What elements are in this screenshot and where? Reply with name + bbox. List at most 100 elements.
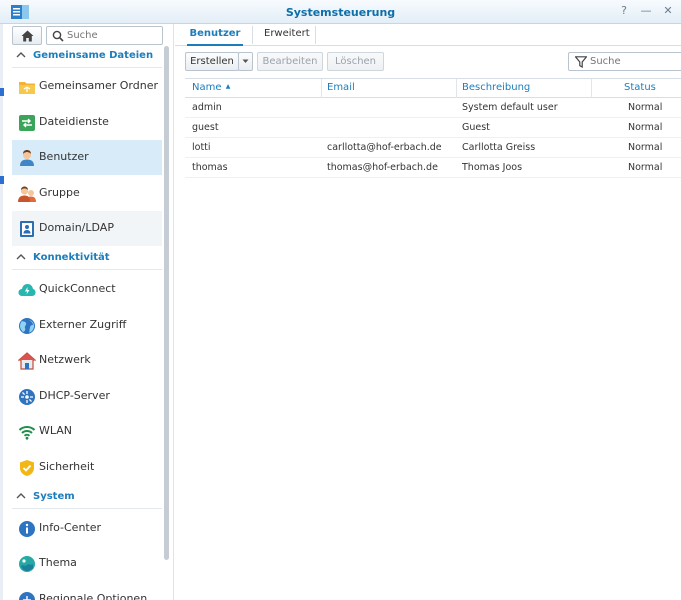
column-header-status[interactable]: Status xyxy=(624,82,656,93)
chevron-down-icon xyxy=(242,59,249,63)
table-row[interactable]: lotti carllotta@hof-erbach.de Carllotta … xyxy=(185,138,681,158)
minimize-icon[interactable]: — xyxy=(639,4,653,18)
sidebar-item-quickconnect[interactable]: QuickConnect xyxy=(12,272,162,307)
dhcp-server-icon xyxy=(19,389,35,405)
sidebar-item-label: Gemeinsamer Ordner xyxy=(39,79,159,92)
domain-ldap-icon xyxy=(20,221,34,237)
cell-name: admin xyxy=(192,102,222,113)
globe-icon xyxy=(19,318,35,334)
sidebar: Gemeinsame Dateien Gemeinsamer Ordner Da… xyxy=(0,24,174,600)
sidebar-item-label: Benutzer xyxy=(39,150,89,163)
cell-email: carllotta@hof-erbach.de xyxy=(327,142,442,153)
sidebar-item-domain-ldap[interactable]: Domain/LDAP xyxy=(12,211,162,246)
sidebar-item-label: Domain/LDAP xyxy=(39,221,114,234)
filter-icon xyxy=(575,56,587,68)
sidebar-item-externer-zugriff[interactable]: Externer Zugriff xyxy=(12,308,162,343)
sidebar-item-label: Sicherheit xyxy=(39,460,95,473)
delete-button[interactable]: Löschen xyxy=(327,52,384,71)
help-icon[interactable]: ? xyxy=(617,4,631,18)
sidebar-scrollbar[interactable] xyxy=(164,46,169,560)
sidebar-search[interactable] xyxy=(46,26,163,45)
shield-icon xyxy=(20,460,34,476)
cell-description: Carllotta Greiss xyxy=(462,142,536,153)
sidebar-item-label: Info-Center xyxy=(39,521,102,534)
cell-description: System default user xyxy=(462,102,558,113)
tab-benutzer[interactable]: Benutzer xyxy=(187,26,243,46)
section-divider xyxy=(12,67,162,68)
sidebar-item-thema[interactable]: Thema xyxy=(12,546,162,581)
cell-name: lotti xyxy=(192,142,211,153)
tab-divider xyxy=(315,26,316,44)
cell-name: guest xyxy=(192,122,219,133)
section-divider xyxy=(12,269,162,270)
sidebar-item-label: Externer Zugriff xyxy=(39,318,127,331)
cell-email: thomas@hof-erbach.de xyxy=(327,162,438,173)
column-header-email[interactable]: Email xyxy=(327,82,355,93)
sidebar-item-gruppe[interactable]: Gruppe xyxy=(12,176,162,211)
edge-marker xyxy=(0,176,4,184)
cell-description: Thomas Joos xyxy=(462,162,523,173)
section-label: Gemeinsame Dateien xyxy=(33,50,154,61)
section-gemeinsame-dateien[interactable]: Gemeinsame Dateien xyxy=(12,46,162,68)
cell-status: Normal xyxy=(628,162,663,173)
user-icon xyxy=(20,150,34,166)
wifi-icon xyxy=(18,426,36,440)
section-system[interactable]: System xyxy=(12,487,162,509)
cell-name: thomas xyxy=(192,162,228,173)
column-separator[interactable] xyxy=(591,79,592,98)
filter-search[interactable] xyxy=(568,52,681,71)
column-label: Name xyxy=(192,82,222,93)
sidebar-edge xyxy=(0,24,3,600)
section-label: System xyxy=(33,491,75,502)
cell-status: Normal xyxy=(628,142,663,153)
create-button[interactable]: Erstellen xyxy=(185,52,239,71)
window-title: Systemsteuerung xyxy=(285,6,396,19)
theme-icon xyxy=(19,556,35,572)
tab-bar: Benutzer Erweitert xyxy=(175,24,681,46)
search-input[interactable] xyxy=(67,28,159,43)
sidebar-item-label: QuickConnect xyxy=(39,282,116,295)
sidebar-item-wlan[interactable]: WLAN xyxy=(12,414,162,449)
shared-folder-icon xyxy=(19,82,35,94)
tab-erweitert[interactable]: Erweitert xyxy=(264,26,310,46)
sidebar-item-netzwerk[interactable]: Netzwerk xyxy=(12,343,162,378)
search-icon xyxy=(52,30,64,42)
file-services-icon xyxy=(19,115,35,131)
edge-marker xyxy=(0,88,4,96)
sidebar-item-sicherheit[interactable]: Sicherheit xyxy=(12,450,162,485)
window-titlebar: Systemsteuerung ? — ✕ xyxy=(0,0,681,24)
main-panel: Benutzer Erweitert Erstellen Bearbeiten … xyxy=(175,24,681,600)
table-row[interactable]: guest Guest Normal xyxy=(185,118,681,138)
sidebar-item-label: Thema xyxy=(39,556,77,569)
home-button[interactable] xyxy=(12,26,42,45)
home-icon xyxy=(21,30,34,42)
edit-button[interactable]: Bearbeiten xyxy=(257,52,323,71)
column-separator[interactable] xyxy=(321,79,322,98)
table-row[interactable]: admin System default user Normal xyxy=(185,98,681,118)
sidebar-item-dhcp-server[interactable]: DHCP-Server xyxy=(12,379,162,414)
cell-description: Guest xyxy=(462,122,490,133)
network-house-icon xyxy=(18,352,36,370)
sidebar-item-info-center[interactable]: Info-Center xyxy=(12,511,162,546)
chevron-up-icon xyxy=(16,254,26,260)
sidebar-item-gemeinsamer-ordner[interactable]: Gemeinsamer Ordner xyxy=(12,69,162,104)
cell-status: Normal xyxy=(628,122,663,133)
filter-input[interactable] xyxy=(590,54,678,69)
sidebar-item-benutzer[interactable]: Benutzer xyxy=(12,140,162,175)
column-header-description[interactable]: Beschreibung xyxy=(462,82,530,93)
sidebar-item-label: Regionale Optionen xyxy=(39,592,148,600)
quickconnect-icon xyxy=(18,284,36,296)
sidebar-item-label: DHCP-Server xyxy=(39,389,110,402)
table-header: Name ▲ Email Beschreibung Status xyxy=(185,78,681,98)
sidebar-item-dateidienste[interactable]: Dateidienste xyxy=(12,105,162,140)
create-dropdown-button[interactable] xyxy=(238,52,253,71)
column-header-name[interactable]: Name ▲ xyxy=(192,82,230,93)
table-row[interactable]: thomas thomas@hof-erbach.de Thomas Joos … xyxy=(185,158,681,178)
sidebar-item-label: Dateidienste xyxy=(39,115,109,128)
column-separator[interactable] xyxy=(456,79,457,98)
sidebar-item-regionale-optionen[interactable]: Regionale Optionen xyxy=(12,582,162,600)
section-konnektivitaet[interactable]: Konnektivität xyxy=(12,248,162,270)
close-icon[interactable]: ✕ xyxy=(661,4,675,18)
sidebar-item-label: Gruppe xyxy=(39,186,80,199)
sidebar-item-label: Netzwerk xyxy=(39,353,91,366)
